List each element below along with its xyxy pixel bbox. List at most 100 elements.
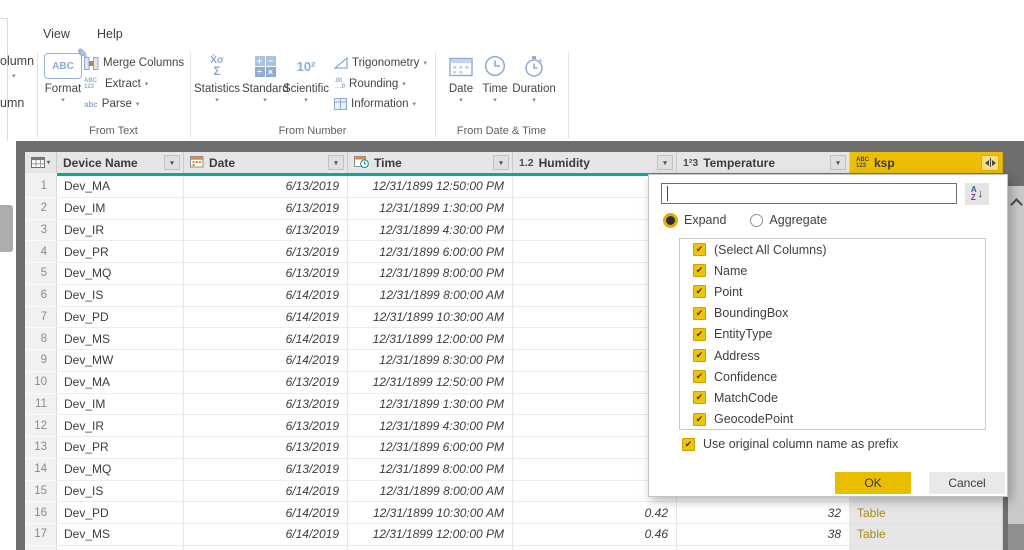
row-number[interactable]: 13	[25, 437, 57, 459]
cell-device-name[interactable]: Dev_IM	[57, 197, 184, 220]
row-number[interactable]: 6	[25, 284, 57, 307]
row-number[interactable]	[25, 545, 57, 550]
extract-button[interactable]: ABC 123 Extract ▾	[84, 74, 184, 95]
column-option[interactable]: ✔ MatchCode	[680, 387, 985, 408]
cell-device-name[interactable]: Dev_MQ	[57, 263, 184, 285]
cell-humidity[interactable]: 0.42	[513, 502, 677, 524]
column-option[interactable]: ✔ (Select All Columns)	[680, 239, 985, 260]
clipped-ribbon-button[interactable]: umn	[0, 96, 24, 110]
row-number[interactable]: 7	[25, 306, 57, 329]
column-option[interactable]: ✔ EntityType	[680, 324, 985, 345]
cell-date[interactable]: 6/13/2019	[184, 415, 348, 437]
cell-temperature[interactable]: 32	[677, 502, 850, 524]
cell-device-name[interactable]: Dev_IM	[57, 393, 184, 416]
cell-ksp-table-link[interactable]: Table	[850, 502, 1003, 524]
cell-time[interactable]: 12/31/1899 8:30:00 PM	[348, 350, 513, 372]
column-option[interactable]: ✔ Address	[680, 345, 985, 366]
cell-time[interactable]: 12/31/1899 8:00:00 PM	[348, 263, 513, 285]
cell-date[interactable]: 6/13/2019	[184, 176, 348, 198]
cell-date[interactable]: 6/13/2019	[184, 393, 348, 416]
cell-time[interactable]: 12/31/1899 1:30:00 PM	[348, 393, 513, 416]
cell-device-name[interactable]: Dev_MA	[57, 371, 184, 394]
filter-button[interactable]: ▾	[493, 155, 509, 170]
cell-time[interactable]: 12/31/1899 1:30:00 PM	[348, 197, 513, 220]
cell-date[interactable]: 6/13/2019	[184, 371, 348, 394]
filter-button[interactable]: ▾	[328, 155, 344, 170]
cell-humidity[interactable]: 0.46	[513, 524, 677, 546]
column-option[interactable]: ✔ Confidence	[680, 366, 985, 387]
trigonometry-button[interactable]: Trigonometry ▾	[334, 53, 427, 74]
cell-time[interactable]: 12/31/1899 4:30:00 PM	[348, 415, 513, 437]
cell-date[interactable]: 6/13/2019	[184, 241, 348, 263]
cell-temperature[interactable]: 38	[677, 524, 850, 546]
cell-date[interactable]: 6/13/2019	[184, 437, 348, 459]
cell-date[interactable]	[184, 545, 348, 550]
cell-date[interactable]: 6/14/2019	[184, 524, 348, 546]
cell-time[interactable]: 12/31/1899 10:30:00 AM	[348, 306, 513, 329]
queries-pane-collapsed-handle[interactable]	[0, 205, 13, 252]
column-header-date[interactable]: Date ▾	[184, 152, 348, 173]
row-number[interactable]: 15	[25, 480, 57, 503]
cell-device-name[interactable]: Dev_IR	[57, 219, 184, 242]
filter-button[interactable]: ▾	[657, 155, 673, 170]
cell-date[interactable]: 6/14/2019	[184, 350, 348, 372]
cell-humidity[interactable]	[513, 545, 677, 550]
cell-time[interactable]: 12/31/1899 10:30:00 AM	[348, 502, 513, 524]
cell-date[interactable]: 6/13/2019	[184, 197, 348, 220]
statistics-button[interactable]: X̄σ Σ Statistics ▾	[194, 52, 240, 104]
column-header-humidity[interactable]: 1.2 Humidity ▾	[513, 152, 677, 173]
cell-device-name[interactable]: Dev_MA	[57, 176, 184, 198]
rounding-button[interactable]: .00 →.0 Rounding ▾	[334, 74, 427, 95]
filter-button[interactable]: ▾	[164, 155, 180, 170]
column-header-temperature[interactable]: 1²3 Temperature ▾	[677, 152, 850, 173]
row-number[interactable]: 14	[25, 458, 57, 481]
cell-date[interactable]: 6/13/2019	[184, 263, 348, 285]
row-number[interactable]: 9	[25, 350, 57, 372]
vertical-scrollbar-track[interactable]	[1008, 186, 1024, 550]
cell-device-name[interactable]: Dev_PD	[57, 306, 184, 329]
sort-az-button[interactable]: AZ ↓	[965, 183, 989, 205]
row-number[interactable]: 2	[25, 197, 57, 220]
cell-device-name[interactable]	[57, 545, 184, 550]
row-number[interactable]: 16	[25, 502, 57, 524]
column-option[interactable]: ✔ Point	[680, 281, 985, 302]
cell-time[interactable]: 12/31/1899 6:00:00 PM	[348, 241, 513, 263]
column-option[interactable]: ✔ Name	[680, 260, 985, 281]
column-option[interactable]: ✔ GeocodePoint	[680, 409, 985, 430]
cell-device-name[interactable]: Dev_PR	[57, 437, 184, 459]
cell-device-name[interactable]: Dev_PR	[57, 241, 184, 263]
cell-device-name[interactable]: Dev_MW	[57, 350, 184, 372]
cell-time[interactable]: 12/31/1899 6:00:00 PM	[348, 437, 513, 459]
cell-date[interactable]: 6/13/2019	[184, 458, 348, 481]
cell-time[interactable]: 12/31/1899 4:30:00 PM	[348, 219, 513, 242]
cell-time[interactable]	[348, 545, 513, 550]
cell-time[interactable]: 12/31/1899 12:00:00 PM	[348, 328, 513, 350]
cell-date[interactable]: 6/14/2019	[184, 480, 348, 503]
column-option[interactable]: ✔ BoundingBox	[680, 303, 985, 324]
expand-column-button[interactable]	[981, 154, 999, 171]
tab-view[interactable]: View	[43, 27, 70, 41]
parse-button[interactable]: abc Parse ▾	[84, 94, 184, 115]
cell-time[interactable]: 12/31/1899 8:00:00 AM	[348, 284, 513, 307]
duration-button[interactable]: Duration ▾	[512, 52, 556, 104]
row-number[interactable]: 17	[25, 524, 57, 546]
cell-date[interactable]: 6/14/2019	[184, 328, 348, 350]
cell-date[interactable]: 6/13/2019	[184, 219, 348, 242]
cell-ksp-table-link[interactable]: Table	[850, 524, 1003, 546]
cell-device-name[interactable]: Dev_IS	[57, 284, 184, 307]
cell-time[interactable]: 12/31/1899 12:50:00 PM	[348, 176, 513, 198]
tab-help[interactable]: Help	[97, 27, 123, 41]
cell-temperature[interactable]	[677, 545, 850, 550]
cell-time[interactable]: 12/31/1899 12:00:00 PM	[348, 524, 513, 546]
row-number[interactable]: 10	[25, 371, 57, 394]
clipped-ribbon-button[interactable]: olumn	[0, 54, 34, 68]
ok-button[interactable]: OK	[835, 472, 911, 494]
prefix-checkbox[interactable]: ✔ Use original column name as prefix	[682, 437, 898, 451]
row-number[interactable]: 3	[25, 219, 57, 242]
filter-button[interactable]: ▾	[830, 155, 846, 170]
cell-device-name[interactable]: Dev_MS	[57, 328, 184, 350]
merge-columns-button[interactable]: Merge Columns	[84, 53, 184, 74]
cell-device-name[interactable]: Dev_IS	[57, 480, 184, 503]
cancel-button[interactable]: Cancel	[929, 472, 1005, 494]
standard-button[interactable]: + − ÷ × Standard ▾	[242, 52, 289, 104]
